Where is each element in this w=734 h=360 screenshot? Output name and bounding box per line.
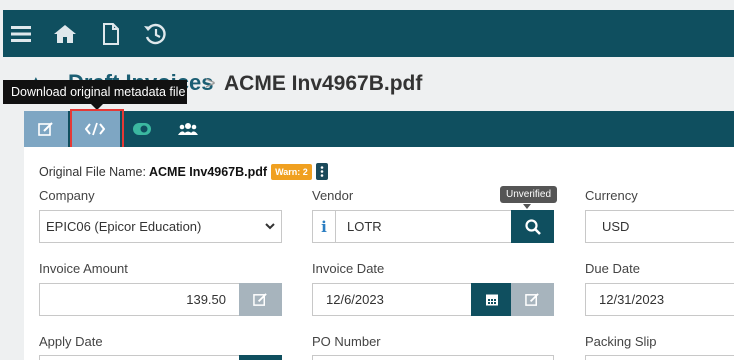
vendor-label: Vendor — [312, 188, 354, 203]
breadcrumb-separator: > — [205, 73, 216, 93]
invoice-date-input[interactable]: 12/6/2023 — [312, 283, 472, 316]
page-title: ACME Inv4967B.pdf — [224, 72, 423, 95]
currency-value: USD — [602, 219, 630, 234]
top-navigation — [3, 10, 734, 57]
apply-date-label: Apply Date — [39, 334, 103, 349]
company-label: Company — [39, 188, 95, 203]
company-select[interactable]: EPIC06 (Epicor Education) — [39, 210, 282, 243]
packing-slip-input[interactable] — [585, 355, 734, 360]
unverified-tooltip-arrow — [523, 204, 531, 209]
tab-users[interactable] — [166, 111, 210, 147]
due-date-label: Due Date — [585, 261, 640, 276]
original-file-row: Original File Name: ACME Inv4967B.pdf Wa… — [39, 163, 328, 180]
vendor-info-button[interactable]: i — [312, 210, 335, 243]
due-date-input[interactable]: 12/31/2023 — [585, 283, 734, 316]
edit-icon — [38, 122, 53, 136]
invoice-amount-input[interactable]: 139.50 — [39, 283, 240, 316]
chevron-down-icon — [265, 223, 275, 230]
more-options-button[interactable] — [315, 163, 328, 180]
packing-slip-label: Packing Slip — [585, 334, 657, 349]
menu-icon[interactable] — [8, 21, 34, 47]
download-tooltip: Download original metadata file — [3, 80, 187, 104]
original-file-value: ACME Inv4967B.pdf — [148, 164, 268, 179]
currency-field[interactable]: USD — [585, 210, 734, 243]
vendor-value: LOTR — [347, 219, 382, 234]
edit-icon — [253, 293, 267, 306]
invoice-amount-edit-button[interactable] — [239, 283, 282, 316]
tab-bar — [24, 111, 734, 147]
search-icon — [524, 218, 541, 235]
toggle-icon — [133, 123, 151, 135]
top-bar — [0, 0, 734, 57]
users-icon — [178, 123, 198, 135]
apply-date-input[interactable] — [39, 355, 240, 360]
invoice-date-edit-button[interactable] — [511, 283, 554, 316]
vendor-search-button[interactable] — [511, 210, 554, 243]
warn-badge[interactable]: Warn: 2 — [271, 163, 312, 180]
tab-highlight-box — [70, 109, 124, 149]
invoice-amount-label: Invoice Amount — [39, 261, 128, 276]
history-icon[interactable] — [142, 21, 168, 47]
tab-toggle[interactable] — [120, 111, 164, 147]
tab-edit[interactable] — [24, 111, 68, 147]
apply-date-calendar-button[interactable] — [239, 355, 282, 360]
po-number-input[interactable] — [312, 355, 554, 360]
edit-icon — [525, 293, 539, 306]
document-icon[interactable] — [98, 21, 124, 47]
info-icon: i — [321, 217, 327, 236]
calendar-icon — [485, 294, 498, 306]
company-value: EPIC06 (Epicor Education) — [46, 219, 202, 234]
invoice-amount-value: 139.50 — [186, 292, 226, 307]
vendor-input[interactable]: LOTR — [335, 210, 512, 243]
invoice-date-label: Invoice Date — [312, 261, 385, 276]
home-icon[interactable] — [52, 21, 78, 47]
currency-label: Currency — [585, 188, 638, 203]
invoice-date-calendar-button[interactable] — [471, 283, 512, 316]
original-file-label: Original File Name: — [39, 164, 146, 179]
vertical-dots-icon — [320, 166, 324, 177]
invoice-date-value: 12/6/2023 — [326, 292, 384, 307]
vendor-unverified-tooltip: Unverified — [500, 186, 558, 203]
po-number-label: PO Number — [312, 334, 381, 349]
due-date-value: 12/31/2023 — [599, 292, 665, 307]
